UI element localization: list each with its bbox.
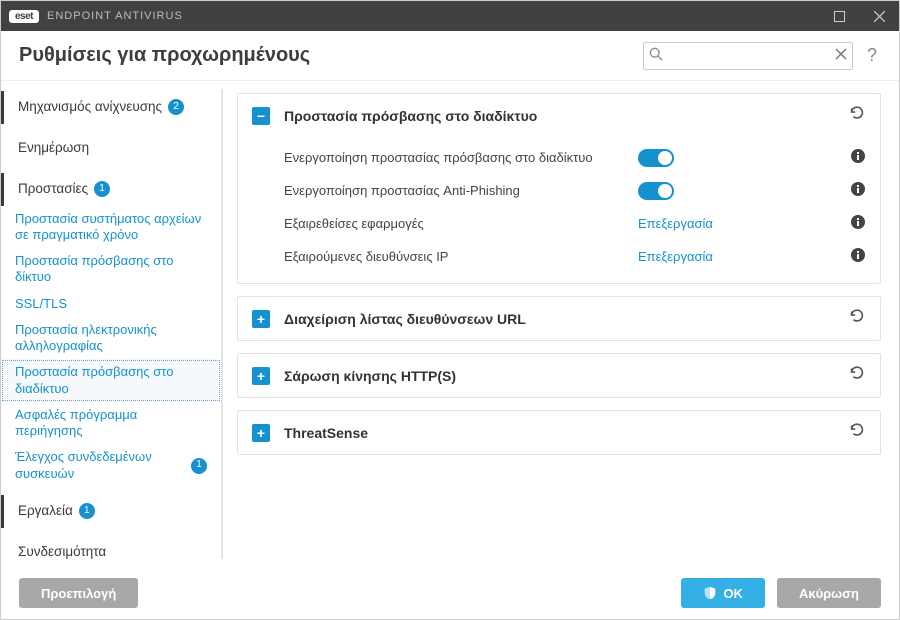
info-button[interactable] xyxy=(850,247,866,266)
sidebar-item-label: Μηχανισμός ανίχνευσης xyxy=(18,99,162,116)
setting-label: Ενεργοποίηση προστασίας Anti-Phishing xyxy=(284,183,638,198)
default-button[interactable]: Προεπιλογή xyxy=(19,578,138,608)
setting-label: Εξαιρεθείσες εφαρμογές xyxy=(284,216,638,231)
sidebar-item-label: Ενημέρωση xyxy=(18,140,89,157)
toggle-switch[interactable] xyxy=(638,182,674,200)
panel-title: Διαχείριση λίστας διευθύνσεων URL xyxy=(284,311,848,327)
badge: 1 xyxy=(79,503,95,519)
toggle-switch[interactable] xyxy=(638,149,674,167)
reset-button[interactable] xyxy=(848,421,866,444)
reset-button[interactable] xyxy=(848,104,866,127)
sidebar-item-label: Προστασία πρόσβασης στο διαδίκτυο xyxy=(15,364,207,397)
info-icon[interactable] xyxy=(850,181,866,197)
badge: 1 xyxy=(94,181,110,197)
panel-title: ThreatSense xyxy=(284,425,848,441)
sidebar-separator xyxy=(1,487,221,495)
window-controls xyxy=(819,1,899,31)
sidebar-separator xyxy=(1,528,221,536)
setting-row: Ενεργοποίηση προστασίας Anti-Phishing xyxy=(238,174,880,207)
cancel-button[interactable]: Ακύρωση xyxy=(777,578,881,608)
collapse-icon[interactable]: − xyxy=(252,107,270,125)
undo-icon[interactable] xyxy=(848,421,866,439)
undo-icon[interactable] xyxy=(848,104,866,122)
expand-icon[interactable]: + xyxy=(252,424,270,442)
sidebar-item-label: SSL/TLS xyxy=(15,296,207,312)
main-content: −Προστασία πρόσβασης στο διαδίκτυο Ενεργο… xyxy=(223,81,899,567)
maximize-button[interactable] xyxy=(819,1,859,31)
search-input[interactable] xyxy=(643,42,853,70)
footer: Προεπιλογή OK Ακύρωση xyxy=(1,567,899,619)
sidebar-item[interactable]: Συνδεσιμότητα xyxy=(1,536,221,567)
settings-panel: + Σάρωση κίνησης HTTP(S) xyxy=(237,353,881,398)
panel-header[interactable]: + Διαχείριση λίστας διευθύνσεων URL xyxy=(238,297,880,340)
sidebar-item-label: Έλεγχος συνδεδεμένων συσκευών xyxy=(15,449,185,482)
panel-header[interactable]: + ThreatSense xyxy=(238,411,880,454)
sidebar-item[interactable]: Έλεγχος συνδεδεμένων συσκευών 1 xyxy=(1,444,221,487)
sidebar-item[interactable]: Προστασία συστήματος αρχείων σε πραγματι… xyxy=(1,206,221,249)
undo-icon[interactable] xyxy=(848,307,866,325)
setting-label: Ενεργοποίηση προστασίας πρόσβασης στο δι… xyxy=(284,150,638,165)
header: Ρυθμίσεις για προχωρημένους ? xyxy=(1,31,899,81)
panel-title: Σάρωση κίνησης HTTP(S) xyxy=(284,368,848,384)
sidebar-item[interactable]: Ενημέρωση xyxy=(1,132,221,165)
expand-icon[interactable]: + xyxy=(252,367,270,385)
sidebar-separator xyxy=(1,165,221,173)
settings-panel: + ThreatSense xyxy=(237,410,881,455)
edit-link[interactable]: Επεξεργασία xyxy=(638,216,713,231)
expand-icon[interactable]: + xyxy=(252,310,270,328)
sidebar-item-label: Προστασία ηλεκτρονικής αλληλογραφίας xyxy=(15,322,207,355)
info-icon[interactable] xyxy=(850,247,866,263)
panel-header[interactable]: + Σάρωση κίνησης HTTP(S) xyxy=(238,354,880,397)
ok-label: OK xyxy=(723,586,743,601)
sidebar-item[interactable]: SSL/TLS xyxy=(1,291,221,317)
setting-label: Εξαιρούμενες διευθύνσεις IP xyxy=(284,249,638,264)
product-name: ENDPOINT ANTIVIRUS xyxy=(47,10,183,22)
brand-logo: eset xyxy=(9,10,39,23)
badge: 1 xyxy=(191,458,207,474)
close-button[interactable] xyxy=(859,1,899,31)
panel-header[interactable]: −Προστασία πρόσβασης στο διαδίκτυο xyxy=(238,94,880,137)
sidebar-item[interactable]: Προστασία πρόσβασης στο διαδίκτυο xyxy=(1,359,221,402)
info-button[interactable] xyxy=(850,148,866,167)
sidebar-separator xyxy=(1,124,221,132)
undo-icon[interactable] xyxy=(848,364,866,382)
panel-body: Ενεργοποίηση προστασίας πρόσβασης στο δι… xyxy=(238,137,880,283)
ok-button[interactable]: OK xyxy=(681,578,765,608)
info-icon[interactable] xyxy=(850,148,866,164)
titlebar: eset ENDPOINT ANTIVIRUS xyxy=(1,1,899,31)
search-icon xyxy=(649,47,663,64)
edit-link[interactable]: Επεξεργασία xyxy=(638,249,713,264)
info-button[interactable] xyxy=(850,181,866,200)
sidebar-item[interactable]: Μηχανισμός ανίχνευσης 2 xyxy=(1,91,221,124)
help-button[interactable]: ? xyxy=(863,45,881,66)
sidebar-item-label: Ασφαλές πρόγραμμα περιήγησης xyxy=(15,407,207,440)
shield-icon xyxy=(703,586,717,600)
panel-title: Προστασία πρόσβασης στο διαδίκτυο xyxy=(284,108,848,124)
body: Μηχανισμός ανίχνευσης 2 Ενημέρωση Προστασίε… xyxy=(1,81,899,567)
clear-search-icon[interactable] xyxy=(835,47,847,63)
settings-panel: −Προστασία πρόσβασης στο διαδίκτυο Ενεργο… xyxy=(237,93,881,284)
setting-row: Εξαιρούμενες διευθύνσεις IPΕπεξεργασία xyxy=(238,240,880,273)
reset-button[interactable] xyxy=(848,307,866,330)
settings-panel: + Διαχείριση λίστας διευθύνσεων URL xyxy=(237,296,881,341)
sidebar-item-label: Προστασία συστήματος αρχείων σε πραγματι… xyxy=(15,211,207,244)
sidebar-item-label: Εργαλεία xyxy=(18,503,73,520)
page-title: Ρυθμίσεις για προχωρημένους xyxy=(19,44,643,67)
setting-row: Εξαιρεθείσες εφαρμογέςΕπεξεργασία xyxy=(238,207,880,240)
search-field-wrap xyxy=(643,42,853,70)
sidebar-item[interactable]: Ασφαλές πρόγραμμα περιήγησης xyxy=(1,402,221,445)
sidebar-item-label: Συνδεσιμότητα xyxy=(18,544,106,561)
info-icon[interactable] xyxy=(850,214,866,230)
reset-button[interactable] xyxy=(848,364,866,387)
badge: 2 xyxy=(168,99,184,115)
sidebar-item[interactable]: Εργαλεία 1 xyxy=(1,495,221,528)
sidebar: Μηχανισμός ανίχνευσης 2 Ενημέρωση Προστασίε… xyxy=(1,81,221,567)
sidebar-item-label: Προστασία πρόσβασης στο δίκτυο xyxy=(15,253,207,286)
sidebar-item[interactable]: Προστασία πρόσβασης στο δίκτυο xyxy=(1,248,221,291)
sidebar-item-label: Προστασίες xyxy=(18,181,88,198)
sidebar-item[interactable]: Προστασία ηλεκτρονικής αλληλογραφίας xyxy=(1,317,221,360)
sidebar-item[interactable]: Προστασίες 1 xyxy=(1,173,221,206)
setting-row: Ενεργοποίηση προστασίας πρόσβασης στο δι… xyxy=(238,141,880,174)
info-button[interactable] xyxy=(850,214,866,233)
